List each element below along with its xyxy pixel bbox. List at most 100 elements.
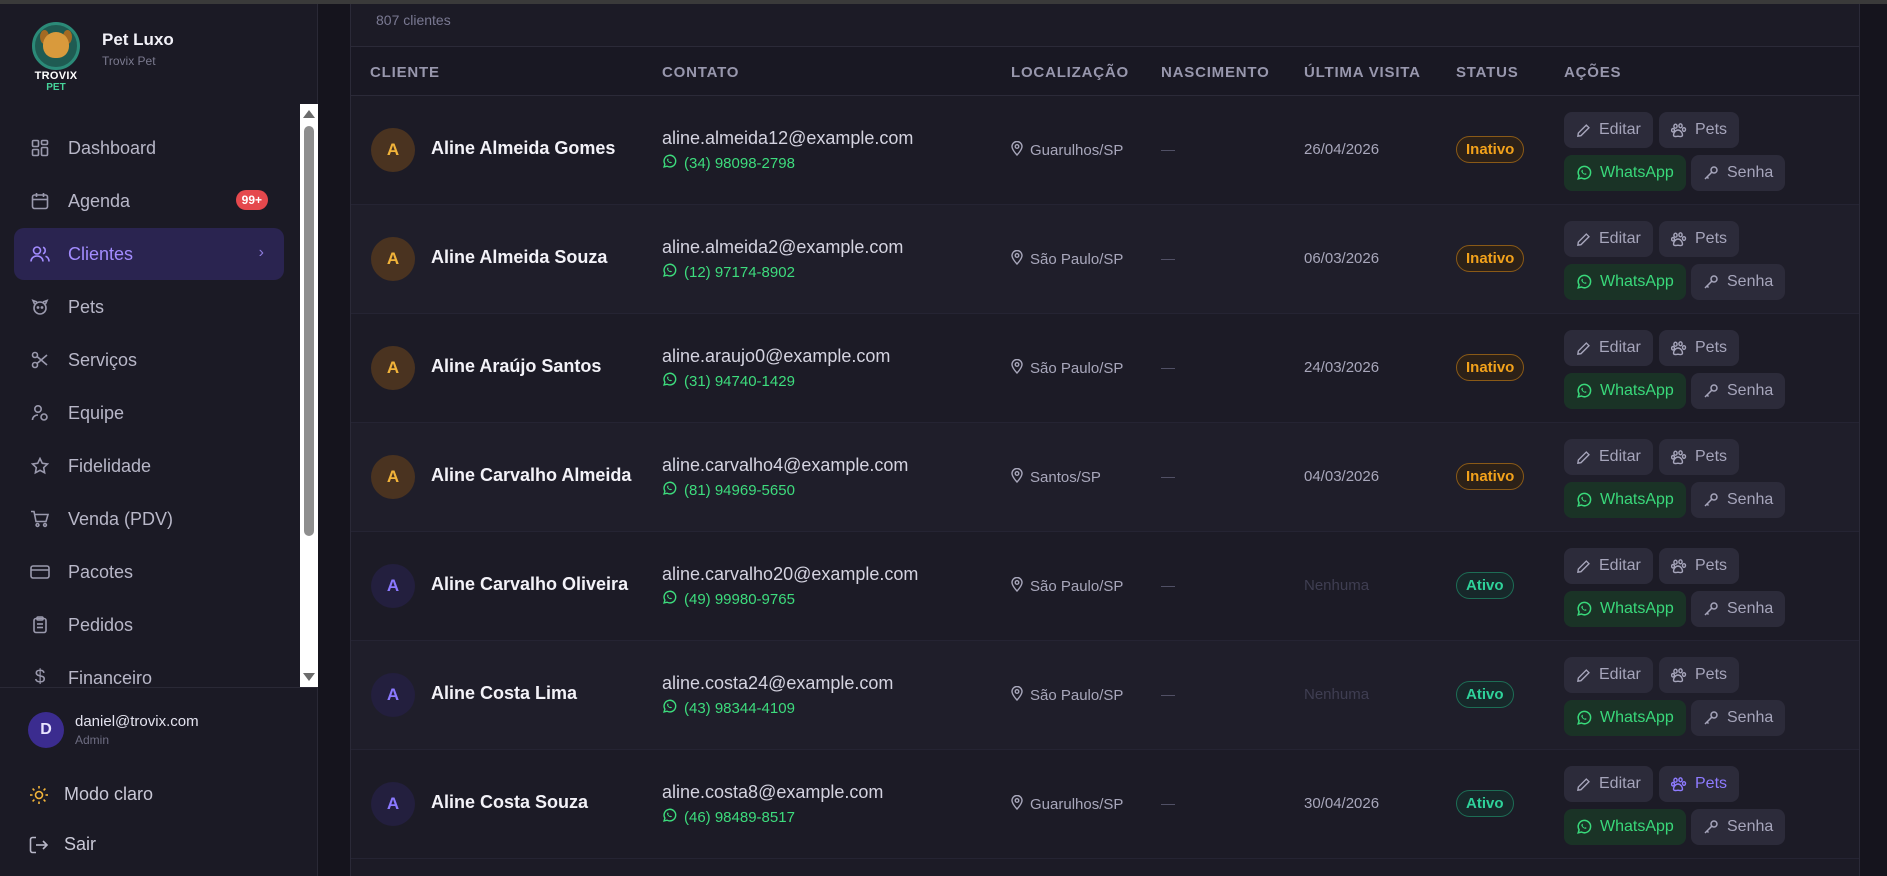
sidebar-item-equipe[interactable]: Equipe xyxy=(14,387,284,439)
whatsapp-button[interactable]: WhatsApp xyxy=(1564,700,1686,736)
avatar: D xyxy=(28,712,64,748)
sidebar-item-label: Venda (PDV) xyxy=(68,508,174,529)
clients-table-panel: 807 clientes CLIENTE CONTATO LOCALIZAÇÃO… xyxy=(350,4,1860,876)
whatsapp-button[interactable]: WhatsApp xyxy=(1564,591,1686,627)
scrollbar-thumb[interactable] xyxy=(304,126,314,536)
status-badge: Ativo xyxy=(1456,572,1514,599)
status-badge: Ativo xyxy=(1456,790,1514,817)
pets-button[interactable]: Pets xyxy=(1659,112,1740,148)
pets-button[interactable]: Pets xyxy=(1659,221,1740,257)
whatsapp-button[interactable]: WhatsApp xyxy=(1564,482,1686,518)
client-name[interactable]: Aline Costa Souza xyxy=(431,792,588,813)
table-row[interactable]: A Aline Carvalho Almeida aline.carvalho4… xyxy=(351,423,1859,532)
pencil-icon xyxy=(1576,777,1591,792)
sidebar-item-label: Pacotes xyxy=(68,561,134,582)
user-profile[interactable]: D daniel@trovix.com Admin xyxy=(28,712,199,748)
paw-icon xyxy=(1671,776,1687,792)
client-phone-text: (12) 97174-8902 xyxy=(684,264,795,281)
table-row[interactable]: A Aline Carvalho Oliveira aline.carvalho… xyxy=(351,532,1859,641)
client-location: São Paulo/SP xyxy=(1011,249,1123,269)
password-button[interactable]: Senha xyxy=(1691,809,1786,845)
password-button[interactable]: Senha xyxy=(1691,264,1786,300)
whatsapp-button[interactable]: WhatsApp xyxy=(1564,373,1686,409)
client-name[interactable]: Aline Carvalho Oliveira xyxy=(431,574,628,595)
client-location-text: São Paulo/SP xyxy=(1030,687,1124,704)
password-button[interactable]: Senha xyxy=(1691,373,1786,409)
star-icon xyxy=(30,456,50,476)
sidebar-item-label: Dashboard xyxy=(68,137,157,158)
edit-button[interactable]: Editar xyxy=(1564,657,1653,693)
edit-label: Editar xyxy=(1599,121,1641,138)
table-row[interactable]: A Aline Costa Lima aline.costa24@example… xyxy=(351,641,1859,750)
client-phone[interactable]: (81) 94969-5650 xyxy=(662,481,795,500)
client-name[interactable]: Aline Araújo Santos xyxy=(431,356,601,377)
client-name[interactable]: Aline Costa Lima xyxy=(431,683,577,704)
edit-button[interactable]: Editar xyxy=(1564,112,1653,148)
sidebar-item-pacotes[interactable]: Pacotes xyxy=(14,546,284,598)
sidebar-item-pedidos[interactable]: Pedidos xyxy=(14,599,284,651)
scroll-up-arrow[interactable] xyxy=(303,110,315,118)
sidebar-item-clientes[interactable]: Clientes › xyxy=(14,228,284,280)
user-email: daniel@trovix.com xyxy=(75,713,199,730)
edit-button[interactable]: Editar xyxy=(1564,439,1653,475)
client-phone[interactable]: (31) 94740-1429 xyxy=(662,372,795,391)
table-row[interactable]: A Aline Araújo Santos aline.araujo0@exam… xyxy=(351,314,1859,423)
pencil-icon xyxy=(1576,668,1591,683)
whatsapp-label: WhatsApp xyxy=(1600,164,1674,181)
pets-button[interactable]: Pets xyxy=(1659,766,1740,802)
sidebar-item-financeiro[interactable]: $ Financeiro xyxy=(14,652,284,687)
sidebar-item-agenda[interactable]: Agenda 99+ xyxy=(14,175,284,227)
pets-button[interactable]: Pets xyxy=(1659,657,1740,693)
client-phone[interactable]: (12) 97174-8902 xyxy=(662,263,795,282)
whatsapp-label: WhatsApp xyxy=(1600,709,1674,726)
map-pin-icon xyxy=(1011,358,1023,378)
password-button[interactable]: Senha xyxy=(1691,700,1786,736)
whatsapp-icon xyxy=(1576,383,1592,399)
table-row[interactable]: A Aline Almeida Souza aline.almeida2@exa… xyxy=(351,205,1859,314)
sidebar-item-dashboard[interactable]: Dashboard xyxy=(14,122,284,174)
sidebar-scrollbar[interactable] xyxy=(300,104,318,687)
client-phone[interactable]: (43) 98344-4109 xyxy=(662,699,795,718)
client-phone[interactable]: (46) 98489-8517 xyxy=(662,808,795,827)
sidebar-item-fidelidade[interactable]: Fidelidade xyxy=(14,440,284,492)
client-name[interactable]: Aline Almeida Gomes xyxy=(431,138,615,159)
password-button[interactable]: Senha xyxy=(1691,482,1786,518)
whatsapp-button[interactable]: WhatsApp xyxy=(1564,264,1686,300)
client-phone[interactable]: (49) 99980-9765 xyxy=(662,590,795,609)
table-row[interactable]: A Aline Costa Souza aline.costa8@example… xyxy=(351,750,1859,859)
client-name[interactable]: Aline Almeida Souza xyxy=(431,247,607,268)
client-name[interactable]: Aline Carvalho Almeida xyxy=(431,465,631,486)
key-icon xyxy=(1703,383,1719,399)
theme-toggle-button[interactable]: Modo claro xyxy=(28,784,153,805)
edit-button[interactable]: Editar xyxy=(1564,766,1653,802)
pets-button[interactable]: Pets xyxy=(1659,548,1740,584)
paw-icon xyxy=(1671,122,1687,138)
whatsapp-icon xyxy=(662,263,677,282)
whatsapp-button[interactable]: WhatsApp xyxy=(1564,155,1686,191)
edit-button[interactable]: Editar xyxy=(1564,548,1653,584)
table-row[interactable]: A Aline Almeida Gomes aline.almeida12@ex… xyxy=(351,96,1859,205)
logout-button[interactable]: Sair xyxy=(28,834,96,855)
edit-button[interactable]: Editar xyxy=(1564,221,1653,257)
whatsapp-icon xyxy=(662,699,677,718)
sidebar-item-venda-pdv[interactable]: Venda (PDV) xyxy=(14,493,284,545)
edit-button[interactable]: Editar xyxy=(1564,330,1653,366)
sidebar-item-pets[interactable]: Pets xyxy=(14,281,284,333)
map-pin-icon xyxy=(1011,794,1023,814)
pencil-icon xyxy=(1576,450,1591,465)
whatsapp-label: WhatsApp xyxy=(1600,273,1674,290)
brand[interactable]: TROVIX PET Pet Luxo Trovix Pet xyxy=(28,18,174,93)
password-button[interactable]: Senha xyxy=(1691,155,1786,191)
pets-button[interactable]: Pets xyxy=(1659,439,1740,475)
scroll-down-arrow[interactable] xyxy=(303,673,315,681)
client-phone[interactable]: (34) 98098-2798 xyxy=(662,154,795,173)
client-birth: — xyxy=(1161,795,1175,811)
sidebar-item-servicos[interactable]: Serviços xyxy=(14,334,284,386)
pets-button[interactable]: Pets xyxy=(1659,330,1740,366)
password-button[interactable]: Senha xyxy=(1691,591,1786,627)
column-header-ultima-visita: ÚLTIMA VISITA xyxy=(1304,64,1421,81)
whatsapp-button[interactable]: WhatsApp xyxy=(1564,809,1686,845)
password-label: Senha xyxy=(1727,491,1774,508)
whatsapp-icon xyxy=(1576,601,1592,617)
whatsapp-label: WhatsApp xyxy=(1600,491,1674,508)
